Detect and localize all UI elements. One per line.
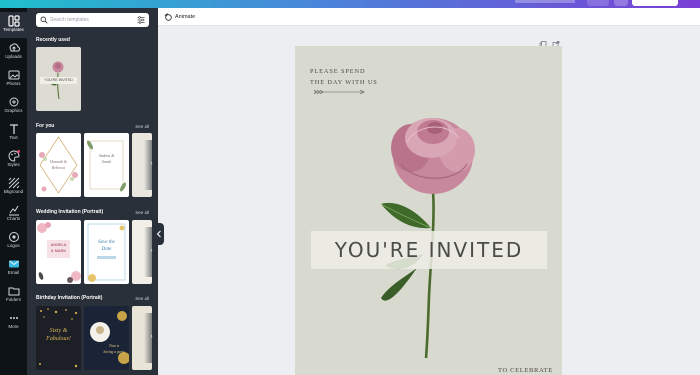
template-thumb[interactable]: ANGELA & MARK [36, 220, 81, 284]
recent-template-thumb[interactable]: YOU'RE INVITED [36, 47, 81, 111]
carousel-next-icon[interactable]: › [148, 334, 155, 341]
panel-collapse-handle[interactable] [155, 223, 164, 245]
rail-item-uploads[interactable]: Uploads [0, 39, 27, 65]
rail-item-graphics[interactable]: Graphics [0, 93, 27, 119]
invite-banner-text: YOU'RE INVITED [334, 238, 524, 262]
thumb-line1: Sixty & [49, 328, 68, 334]
section-title-recent: Recently used [36, 37, 70, 43]
thumb-line2: Rebecca [51, 165, 66, 170]
template-thumb[interactable]: Save the Date [84, 220, 129, 284]
thumb-line1: ANGELA [50, 243, 67, 247]
section-title-birthday: Birthday Invitation (Portrait) [36, 295, 103, 301]
chevron-left-icon [156, 230, 161, 238]
header-title-placeholder [515, 0, 575, 3]
see-all-link[interactable]: See all [135, 296, 149, 301]
rail-label: Bkground [3, 189, 24, 194]
leaf-frame-art [86, 140, 127, 192]
rail-label: Logos [7, 243, 20, 248]
rail-label: Uploads [5, 54, 22, 59]
editor-toolbar: Animate [158, 8, 700, 26]
rail-label: Folders [5, 297, 21, 302]
templates-icon [7, 15, 20, 27]
template-search[interactable] [36, 13, 149, 27]
templates-panel: Recently used YOU'RE INVITED For you See… [27, 8, 158, 375]
template-thumb[interactable]: Sixty & Fabulous! [36, 306, 81, 370]
search-icon [40, 16, 48, 24]
page-tools [539, 36, 561, 49]
save-date-art [87, 223, 126, 282]
rail-label: Photos [6, 81, 21, 86]
rail-label: Email [7, 270, 20, 275]
logo-icon [8, 232, 19, 242]
carousel-next-icon[interactable]: › [148, 248, 155, 255]
email-icon [8, 260, 19, 268]
thumb-line2: Date [101, 247, 112, 252]
design-canvas[interactable]: PLEASE SPEND THE DAY WITH US YOU'RE INVI… [295, 46, 562, 375]
recent-thumb-text: YOU'RE INVITED [44, 78, 73, 82]
carousel-next-icon[interactable]: › [148, 161, 155, 168]
see-all-link[interactable]: See all [135, 210, 149, 215]
invite-footer-text[interactable]: TO CELEBRATE [498, 367, 553, 374]
animate-icon [164, 13, 172, 21]
upload-icon [9, 43, 20, 52]
background-icon [8, 177, 19, 189]
photo-icon [8, 70, 19, 80]
rail-label: Styles [7, 162, 20, 167]
chart-icon [8, 205, 19, 216]
thumb-line1: Andrea & [98, 153, 115, 158]
rail-item-styles[interactable]: Styles [0, 147, 27, 173]
rail-item-logos[interactable]: Logos [0, 228, 27, 254]
top-header-bar [0, 0, 700, 8]
rail-item-more[interactable]: More [0, 309, 27, 335]
side-rail: Templates Uploads Photos Graphics Text S… [0, 8, 27, 375]
rail-item-email[interactable]: Email [0, 255, 27, 281]
rail-item-text[interactable]: Text [0, 120, 27, 146]
rail-label: Graphics [4, 108, 23, 113]
rail-item-photos[interactable]: Photos [0, 66, 27, 92]
thumb-line1: Tina is [108, 344, 120, 348]
animate-label: Animate [175, 14, 196, 20]
section-title-for-you: For you [36, 123, 55, 129]
shapes-icon [9, 97, 18, 107]
rail-label: Text [9, 135, 18, 140]
thumb-line2: & MARK [50, 249, 67, 253]
notification-dot [17, 150, 20, 153]
see-all-link[interactable]: See all [135, 124, 149, 129]
rail-label: More [8, 324, 19, 329]
invite-banner[interactable]: YOU'RE INVITED [311, 231, 547, 269]
template-thumb[interactable]: Tina is having a party [84, 306, 129, 370]
more-icon [9, 317, 18, 319]
thumb-line2: having a party [103, 350, 125, 354]
rail-item-templates[interactable]: Templates [0, 12, 27, 38]
header-button[interactable] [587, 0, 609, 6]
search-input[interactable] [50, 15, 134, 25]
section-title-wedding: Wedding Invitation (Portrait) [36, 209, 104, 215]
rail-item-background[interactable]: Bkground [0, 174, 27, 200]
thumb-line1: Save the [98, 240, 115, 245]
text-icon [9, 124, 18, 134]
rail-label: Templates [3, 27, 24, 32]
filter-icon[interactable] [137, 16, 145, 24]
party-photo-art [90, 311, 129, 364]
rose-illustration[interactable] [295, 46, 562, 375]
rail-item-folders[interactable]: Folders [0, 282, 27, 308]
template-thumb[interactable]: Andrea & Sarah [84, 133, 129, 197]
thumb-line2: Fabulous! [46, 336, 71, 342]
thumb-line2: Sarah [101, 159, 112, 164]
share-button[interactable] [632, 0, 678, 6]
rail-label: Charts [6, 216, 21, 221]
header-menu-button[interactable] [614, 0, 628, 6]
thumb-line1: Hannah & [50, 159, 67, 164]
folder-icon [8, 287, 19, 296]
template-thumb[interactable]: Hannah & Rebecca [36, 133, 81, 197]
animate-button[interactable]: Animate [164, 12, 195, 22]
rail-item-charts[interactable]: Charts [0, 201, 27, 227]
